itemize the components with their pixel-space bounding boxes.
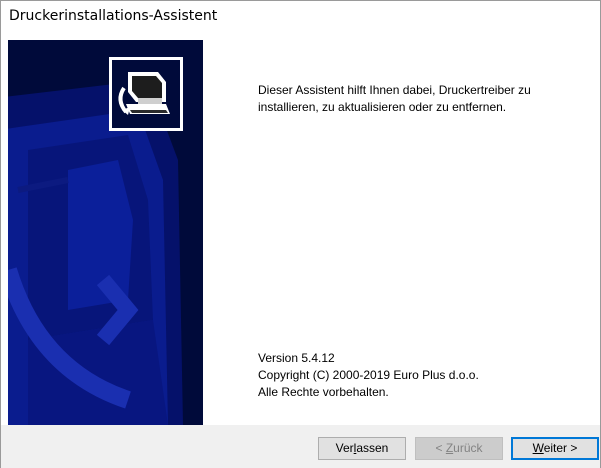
- wizard-window: Druckerinstallations-Assistent Dieser As…: [0, 0, 601, 468]
- copyright-label: Copyright (C) 2000-2019 Euro Plus d.o.o.: [258, 368, 479, 382]
- printer-wizard-icon: [109, 57, 183, 131]
- next-button[interactable]: Weiter >: [511, 437, 599, 460]
- back-button[interactable]: < Zurück: [415, 437, 503, 460]
- version-label: Version 5.4.12: [258, 351, 335, 365]
- wizard-content: Dieser Assistent hilft Ihnen dabei, Druc…: [203, 40, 600, 425]
- button-bar: Verlassen < Zurück Weiter >: [1, 425, 600, 468]
- title-bar[interactable]: Druckerinstallations-Assistent: [1, 1, 600, 31]
- wizard-description: Dieser Assistent hilft Ihnen dabei, Druc…: [258, 83, 531, 114]
- window-title: Druckerinstallations-Assistent: [9, 8, 218, 24]
- wizard-banner: [8, 40, 203, 425]
- version-info: Version 5.4.12 Copyright (C) 2000-2019 E…: [258, 350, 479, 401]
- exit-button[interactable]: Verlassen: [318, 437, 406, 460]
- rights-label: Alle Rechte vorbehalten.: [258, 385, 389, 399]
